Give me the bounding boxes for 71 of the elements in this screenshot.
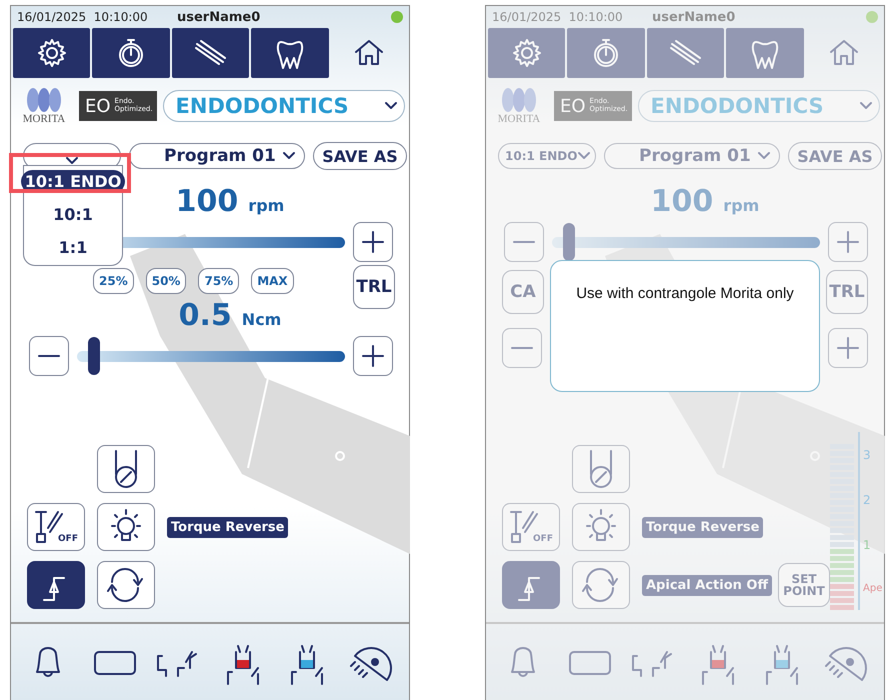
date-time: 16/01/2025 10:10:00 <box>17 10 149 24</box>
preset-button[interactable]: 75% <box>198 268 240 294</box>
program-value: Program 01 <box>639 146 751 166</box>
badge-mark: EO <box>85 96 111 116</box>
logo-mark-icon <box>26 87 62 113</box>
status-indicator <box>391 11 403 23</box>
dropdown-option[interactable]: 1:1 <box>54 236 92 259</box>
scale-label: 3 <box>863 448 872 462</box>
badge-mark: EO <box>560 96 586 116</box>
minus-icon <box>37 354 61 358</box>
minus-icon <box>512 240 536 244</box>
speed-value: 100 <box>650 184 714 219</box>
status-indicator <box>866 11 878 23</box>
mode-value: ENDODONTICS <box>650 94 824 118</box>
rotation-button[interactable] <box>97 561 155 609</box>
program-dropdown[interactable]: Program 01 <box>129 143 305 169</box>
stopwatch-button[interactable] <box>92 28 170 78</box>
plus-icon <box>836 230 860 254</box>
chevron-icon <box>384 101 398 111</box>
file-holder-icon <box>113 449 139 489</box>
light-button[interactable] <box>97 503 155 551</box>
instruments-button[interactable] <box>172 28 250 78</box>
plus-button[interactable] <box>353 336 393 376</box>
plus-icon <box>361 230 385 254</box>
plus-icon <box>836 336 860 360</box>
brand-name: MORITA <box>22 113 66 125</box>
mode-label: Apical Action Off <box>642 574 772 596</box>
speed-unit: rpm <box>723 196 760 215</box>
scale-label: 2 <box>863 492 872 507</box>
brand-name: MORITA <box>498 113 540 125</box>
chevron-icon <box>757 151 771 161</box>
preset-button[interactable]: MAX <box>251 268 294 294</box>
torque-unit: Ncm <box>242 310 282 329</box>
mode-value: ENDODONTICS <box>176 94 349 118</box>
chevron-icon <box>282 151 296 161</box>
torque-value: 0.5 <box>178 298 232 333</box>
handpiece-off-button[interactable]: OFF <box>27 503 85 551</box>
speed-unit: rpm <box>248 196 284 215</box>
slider[interactable] <box>552 223 820 261</box>
tooth-button[interactable] <box>251 28 329 78</box>
chevron-icon <box>65 156 79 166</box>
program-value: Program 01 <box>164 146 276 166</box>
mode-label: Torque Reverse <box>167 516 288 538</box>
date-time: 16/01/2025 10:10:00 <box>492 10 624 24</box>
slider[interactable] <box>77 337 345 375</box>
save-as-button[interactable]: SAVE AS <box>313 142 407 170</box>
preset-button[interactable]: 50% <box>146 268 186 294</box>
scale-label: 1 <box>863 538 872 552</box>
trl-button[interactable]: TRL <box>353 265 395 309</box>
dropdown-option[interactable]: 10:1 <box>49 203 97 226</box>
plus-icon <box>361 344 385 368</box>
dialog-message: Use with contrangole Morita only <box>576 285 794 304</box>
slider-thumb[interactable] <box>562 223 575 261</box>
file-holder-icon <box>588 449 614 489</box>
minus-icon <box>510 346 534 350</box>
preset-button[interactable]: 25% <box>93 268 134 294</box>
user-name: userName0 <box>177 10 262 24</box>
file-holder-button[interactable] <box>97 445 155 493</box>
plus-button[interactable] <box>353 222 393 262</box>
mode-label: Torque Reverse <box>642 516 764 538</box>
handpiece-value: 10:1 ENDO <box>505 149 578 163</box>
user-name: userName0 <box>652 10 736 24</box>
slider-thumb[interactable] <box>88 337 100 375</box>
speed-value: 100 <box>176 184 238 219</box>
minus-button[interactable] <box>29 336 69 376</box>
chevron-icon <box>859 101 873 111</box>
scale-label: Ape <box>863 583 884 594</box>
settings-button[interactable] <box>13 28 90 78</box>
apical-action-button[interactable] <box>27 561 85 609</box>
chevron-icon <box>577 151 592 161</box>
logo-mark-icon <box>501 87 537 113</box>
